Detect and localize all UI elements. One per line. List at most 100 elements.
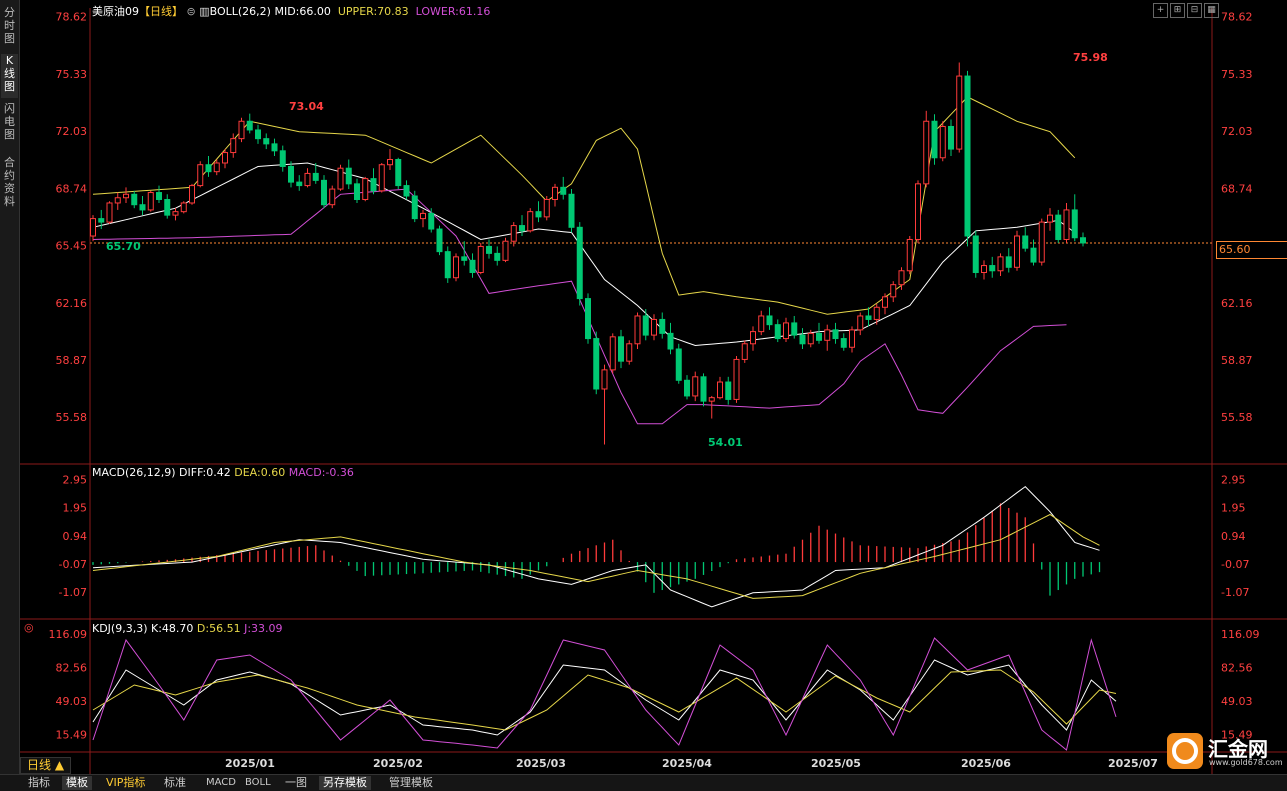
tab-save-template[interactable]: 另存模板: [319, 776, 371, 790]
candle-body: [956, 75, 963, 150]
candle: [651, 314, 657, 341]
candle-body: [659, 318, 666, 334]
candle-body: [469, 259, 476, 274]
candle: [873, 303, 880, 325]
candle: [1055, 209, 1062, 243]
candle: [791, 315, 798, 339]
candle-body: [626, 343, 633, 362]
x-tick-label: 2025/03: [516, 757, 566, 770]
zoom-out-icon[interactable]: ⊟: [1187, 3, 1202, 18]
tab-template[interactable]: 模板: [62, 776, 92, 790]
candle-body: [106, 202, 113, 223]
y-tick-label-right: 55.58: [1221, 411, 1253, 424]
candle-body: [618, 336, 624, 362]
gear-icon[interactable]: ⊜: [187, 5, 196, 18]
x-tick-label: 2025/06: [961, 757, 1011, 770]
candle-body: [651, 318, 657, 336]
indicator-settings-icon[interactable]: ▥: [199, 5, 209, 18]
candle: [1022, 227, 1029, 252]
candle: [849, 326, 855, 353]
x-tick-label: 2025/04: [662, 757, 712, 770]
boll-lower: LOWER:61.16: [415, 5, 491, 18]
logo-url: www.gold678.com: [1209, 758, 1283, 767]
candle-body: [898, 270, 905, 286]
candle-body: [824, 329, 831, 341]
candle-body: [890, 284, 897, 298]
candle: [263, 133, 270, 150]
candle-body: [527, 211, 534, 232]
y-tick-label-left: 65.45: [56, 240, 88, 253]
candle-body: [395, 159, 402, 187]
tab-one-chart[interactable]: 一图: [281, 776, 311, 790]
annotation-peak-jan: 73.04: [289, 100, 324, 113]
candle-body: [741, 343, 748, 360]
candle-body: [1047, 214, 1053, 223]
candle-body: [246, 120, 253, 131]
candle-body: [428, 212, 435, 230]
candle-body: [189, 185, 195, 204]
candle-body: [486, 245, 492, 254]
candle: [535, 201, 542, 223]
candle-body: [329, 188, 336, 206]
candle-body: [585, 298, 591, 340]
tab-manage-template[interactable]: 管理模板: [385, 776, 437, 790]
candle: [576, 222, 583, 306]
y-tick-label-left: 1.95: [63, 502, 88, 515]
tab-standard[interactable]: 标准: [160, 776, 190, 790]
candle: [758, 310, 765, 336]
candle-body: [684, 379, 690, 397]
candle: [329, 185, 336, 209]
tab-boll[interactable]: BOLL: [241, 776, 275, 790]
tab-macd[interactable]: MACD: [202, 776, 240, 790]
y-tick-label-left: 62.16: [56, 297, 88, 310]
tab-indicator[interactable]: 指标: [24, 776, 54, 790]
candle: [255, 124, 261, 144]
candle: [494, 246, 501, 266]
macd-header: MACD(26,12,9) DIFF:0.42 DEA:0.60 MACD:-0…: [92, 466, 354, 479]
candle: [750, 326, 756, 351]
candle: [725, 376, 732, 405]
zoom-in-icon[interactable]: ⊞: [1170, 3, 1185, 18]
kdj-header: KDJ(9,3,3) K:48.70 D:56.51 J:33.09: [92, 622, 283, 635]
annotation-low: 54.01: [708, 436, 743, 449]
y-tick-label-left: 72.03: [56, 125, 88, 138]
candle-body: [717, 381, 723, 399]
candle-body: [1038, 221, 1045, 263]
candle: [230, 133, 237, 158]
y-tick-label-left: 0.94: [63, 530, 88, 543]
chart-area[interactable]: 78.62 78.62 75.33 75.33 72.03 72.03 68.74 68.74…: [0, 0, 1287, 774]
tab-vip-indicator[interactable]: VIP指标: [102, 776, 149, 790]
candle: [106, 201, 113, 224]
candle: [197, 161, 204, 188]
y-tick-label-right: 62.16: [1221, 297, 1253, 310]
candle-body: [1022, 235, 1029, 249]
kdj-d: D:56.51: [196, 622, 241, 635]
candle-body: [131, 193, 138, 206]
candle: [939, 121, 946, 162]
candle: [444, 246, 451, 283]
candle: [865, 307, 872, 327]
candle-body: [964, 75, 971, 237]
candle-body: [255, 129, 261, 140]
y-tick-label-right: 116.09: [1221, 628, 1260, 641]
candle-body: [1005, 256, 1012, 268]
candle: [733, 355, 740, 403]
candle-body: [1071, 209, 1078, 239]
fit-icon[interactable]: ▦: [1204, 3, 1219, 18]
candle: [180, 201, 187, 214]
candle: [378, 162, 385, 193]
candle-body: [923, 120, 930, 185]
candle-body: [296, 181, 303, 187]
candle: [213, 159, 220, 176]
kdj-settings-icon[interactable]: ◎: [24, 621, 34, 634]
candle-body: [453, 256, 459, 279]
boll-mid-line: [92, 162, 1076, 347]
kdj-name: KDJ(9,3,3): [92, 622, 148, 635]
candle-body: [461, 256, 468, 261]
y-tick-label-right: 78.62: [1221, 11, 1253, 24]
y-tick-label-left: 2.95: [63, 474, 88, 487]
candle: [387, 149, 393, 170]
period-button[interactable]: 日线 ▲: [20, 757, 72, 774]
candle-body: [692, 376, 699, 397]
crosshair-icon[interactable]: +: [1153, 3, 1168, 18]
